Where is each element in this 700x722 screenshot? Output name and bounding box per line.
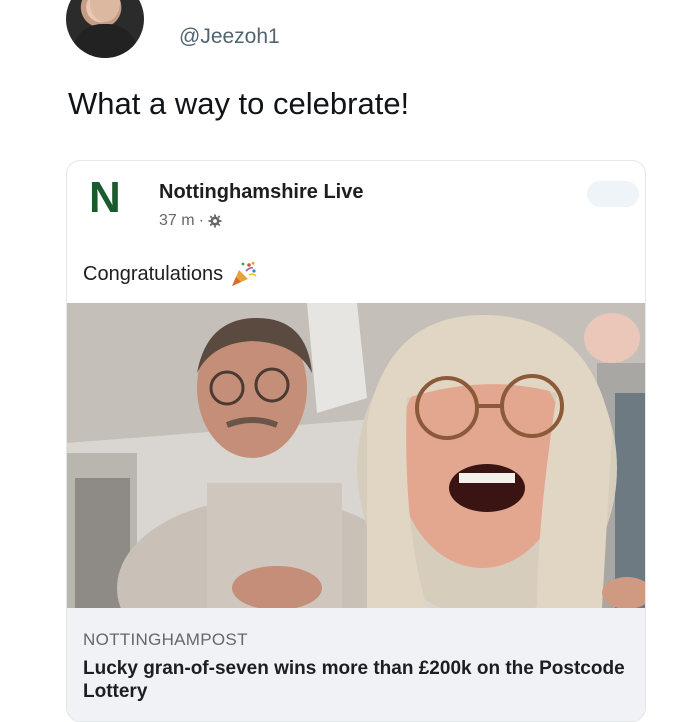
post-meta: 37 m · bbox=[159, 212, 222, 230]
post-time[interactable]: 37 m bbox=[159, 212, 195, 230]
page-logo[interactable]: N bbox=[89, 175, 129, 221]
user-handle[interactable]: @Jeezoh1 bbox=[179, 25, 280, 49]
tweet-text: What a way to celebrate! bbox=[68, 86, 410, 121]
page-name[interactable]: Nottinghamshire Live bbox=[159, 181, 363, 204]
avatar-shirt bbox=[72, 24, 138, 58]
meta-separator: · bbox=[198, 212, 204, 229]
more-options-button[interactable] bbox=[587, 181, 639, 207]
gear-icon bbox=[208, 214, 222, 228]
link-preview[interactable]: NOTTINGHAMPOST Lucky gran-of-seven wins … bbox=[67, 608, 645, 721]
link-source: NOTTINGHAMPOST bbox=[83, 630, 248, 649]
embedded-post-card[interactable]: N Nottinghamshire Live 37 m · Congratula… bbox=[66, 160, 646, 722]
avatar[interactable] bbox=[66, 0, 144, 58]
caption-text: Congratulations bbox=[83, 262, 224, 285]
party-popper-icon bbox=[232, 261, 257, 286]
post-caption: Congratulations bbox=[83, 259, 259, 289]
link-headline[interactable]: Lucky gran-of-seven wins more than £200k… bbox=[83, 657, 628, 703]
avatar-face bbox=[90, 0, 120, 22]
post-photo[interactable] bbox=[67, 303, 645, 608]
